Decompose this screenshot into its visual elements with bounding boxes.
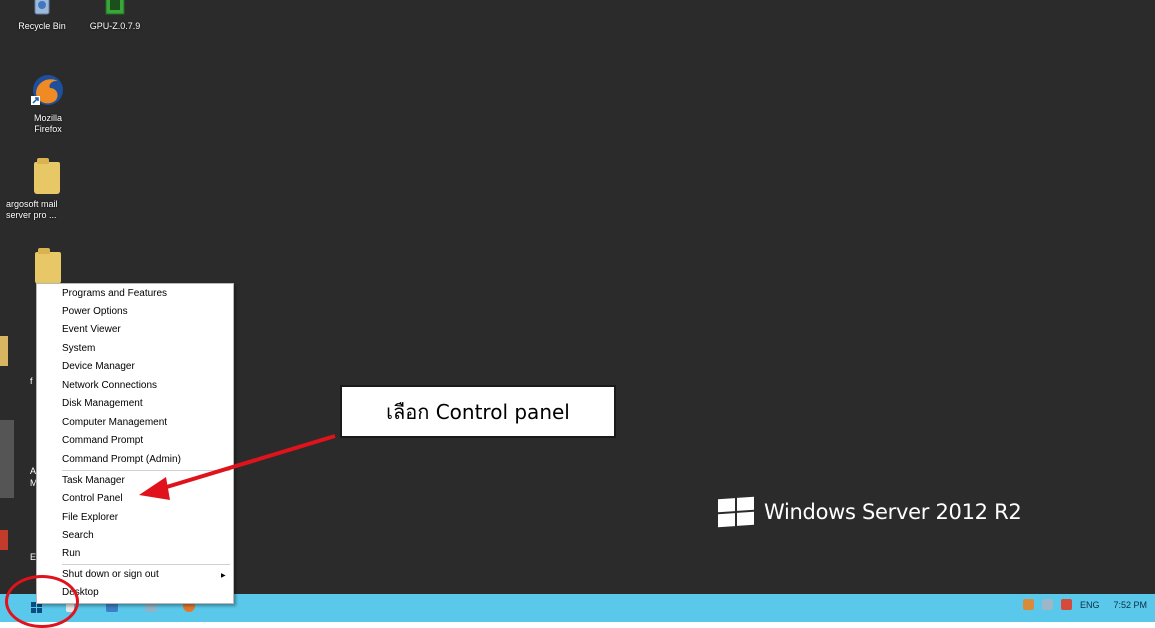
screenshot-frame: Recycle Bin GPU-Z.0.7.9 Mozilla Firefox … xyxy=(0,0,1155,628)
annotation-arrow-icon xyxy=(139,434,336,500)
annotation-circle xyxy=(5,575,79,628)
